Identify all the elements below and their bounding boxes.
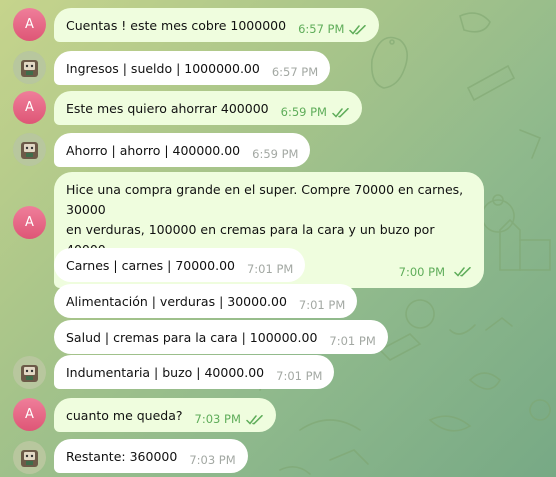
incoming-message[interactable]: Salud | cremas para la cara | 100000.00 … — [54, 320, 388, 354]
message-time: 7:01 PM — [276, 369, 323, 383]
message-time: 6:57 PM — [298, 22, 345, 36]
message-time: 7:01 PM — [329, 334, 376, 348]
message-time: 7:03 PM — [189, 453, 236, 467]
message-text: Indumentaria | buzo | 40000.00 — [66, 364, 265, 380]
user-avatar[interactable]: A — [13, 91, 46, 124]
read-checkmarks-icon — [349, 25, 367, 35]
incoming-message[interactable]: Ahorro | ahorro | 400000.00 6:59 PM — [54, 133, 311, 167]
outgoing-message[interactable]: cuanto me queda? 7:03 PM — [54, 398, 276, 432]
message-text: Restante: 360000 — [66, 448, 178, 464]
bot-avatar[interactable] — [13, 356, 46, 389]
bot-avatar-image — [13, 51, 46, 84]
user-avatar[interactable]: A — [13, 206, 46, 239]
message-time: 7:03 PM — [194, 412, 241, 426]
read-checkmarks-icon — [246, 415, 264, 425]
message-text: Ingresos | sueldo | 1000000.00 — [66, 60, 260, 76]
message-time: 7:00 PM — [398, 265, 446, 279]
bot-avatar-image — [13, 441, 46, 474]
read-checkmarks-icon — [454, 267, 472, 277]
incoming-message[interactable]: Carnes | carnes | 70000.00 7:01 PM — [54, 248, 306, 282]
user-avatar-initial: A — [25, 407, 34, 422]
message-text: Alimentación | verduras | 30000.00 — [66, 293, 287, 309]
message-text: Carnes | carnes | 70000.00 — [66, 257, 235, 273]
message-text: Este mes quiero ahorrar 400000 — [66, 100, 269, 116]
user-avatar[interactable]: A — [13, 8, 46, 41]
message-text: Ahorro | ahorro | 400000.00 — [66, 142, 241, 158]
message-text: cuanto me queda? — [66, 407, 183, 423]
message-text: Salud | cremas para la cara | 100000.00 — [66, 329, 318, 345]
bot-avatar[interactable] — [13, 51, 46, 84]
incoming-message[interactable]: Indumentaria | buzo | 40000.00 7:01 PM — [54, 355, 335, 389]
message-text: Cuentas ! este mes cobre 1000000 — [66, 17, 287, 33]
incoming-message[interactable]: Restante: 360000 7:03 PM — [54, 439, 248, 473]
message-time: 6:57 PM — [271, 65, 319, 79]
bot-avatar[interactable] — [13, 133, 46, 166]
outgoing-message[interactable]: Este mes quiero ahorrar 400000 6:59 PM — [54, 91, 362, 125]
message-text-line: Hice una compra grande en el super. Comp… — [66, 182, 464, 217]
user-avatar-initial: A — [25, 100, 34, 115]
user-avatar-initial: A — [25, 215, 34, 230]
message-time: 6:59 PM — [280, 105, 327, 119]
message-time: 7:01 PM — [246, 262, 294, 276]
outgoing-message[interactable]: Cuentas ! este mes cobre 1000000 6:57 PM — [54, 8, 380, 42]
user-avatar-initial: A — [25, 17, 34, 32]
user-avatar[interactable]: A — [13, 398, 46, 431]
bot-avatar[interactable] — [13, 441, 46, 474]
incoming-message[interactable]: Ingresos | sueldo | 1000000.00 6:57 PM — [54, 51, 331, 85]
bot-avatar-image — [13, 356, 46, 389]
message-time: 7:01 PM — [298, 298, 346, 312]
incoming-message[interactable]: Alimentación | verduras | 30000.00 7:01 … — [54, 284, 358, 318]
read-checkmarks-icon — [332, 108, 350, 118]
bot-avatar-image — [13, 133, 46, 166]
message-time: 6:59 PM — [252, 147, 299, 161]
